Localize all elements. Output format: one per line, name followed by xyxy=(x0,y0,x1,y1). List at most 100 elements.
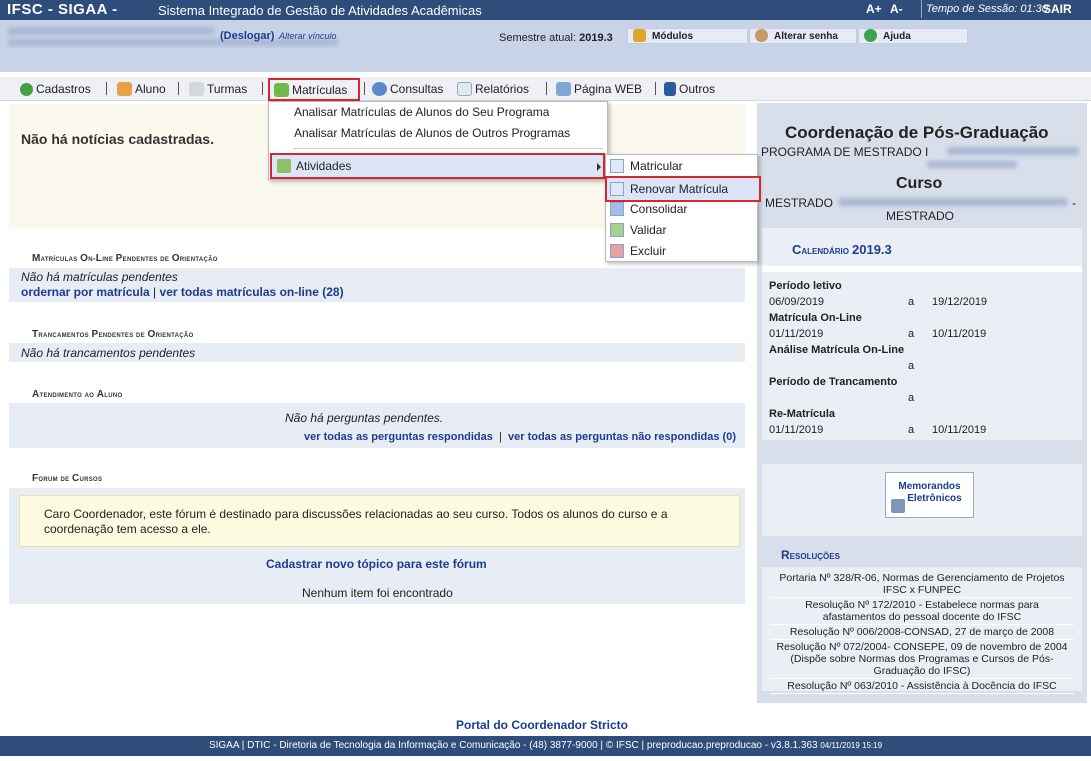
course-heading: Curso xyxy=(896,175,943,192)
submenu-validar[interactable]: Validar xyxy=(610,222,666,238)
plus-circle-icon xyxy=(20,83,33,96)
menu-relatorios[interactable]: Relatórios xyxy=(457,81,529,97)
atendimento-links: ver todas as perguntas respondidas | ver… xyxy=(304,431,736,443)
resolucao-item[interactable]: Resolução Nº 072/2004- CONSEPE, 09 de no… xyxy=(770,640,1074,679)
submenu-excluir[interactable]: Excluir xyxy=(610,243,666,259)
resolucao-item[interactable]: Resolução Nº 172/2010 - Estabelece norma… xyxy=(770,598,1074,625)
validate-icon xyxy=(610,223,624,237)
resolucao-item[interactable]: Resolução Nº 006/2008-CONSAD, 27 de març… xyxy=(770,625,1074,640)
portal-link[interactable]: Portal do Coordenador Stricto xyxy=(456,718,628,732)
resolucao-line: Resolução Nº 063/2010 - Assistência à Do… xyxy=(787,680,1057,692)
calendar-panel: Calendário 2019.3 Período letivo 06/09/2… xyxy=(762,228,1082,440)
menu-pagina-web[interactable]: Página WEB xyxy=(556,81,642,97)
alterar-vinculo-link[interactable]: Alterar vínculo xyxy=(279,31,337,41)
footer-bar: SIGAA | DTIC - Diretoria de Tecnologia d… xyxy=(0,736,1091,756)
footer-date: 04/11/2019 15:19 xyxy=(820,741,883,750)
submenu-renovar-matricula[interactable]: Renovar Matrícula xyxy=(605,176,761,202)
resolucao-line: (Dispõe sobre Normas dos Programas e Cur… xyxy=(790,653,1054,665)
menu-item-atividades[interactable]: Atividades xyxy=(270,153,605,179)
menu-aluno[interactable]: Aluno xyxy=(117,81,166,97)
matriculas-empty-message: Não há matrículas pendentes xyxy=(21,270,178,284)
redacted-program-name xyxy=(947,147,1079,155)
calendar-label-periodo-letivo: Período letivo xyxy=(769,280,842,292)
calendar-label-rematricula: Re-Matrícula xyxy=(769,408,836,420)
menu-matriculas[interactable]: Matrículas xyxy=(268,78,360,101)
delete-icon xyxy=(610,244,624,258)
calendar-row-analise: a xyxy=(908,360,915,372)
logout-button[interactable]: SAIR xyxy=(1043,0,1072,18)
submenu-matricular[interactable]: Matricular xyxy=(610,158,683,174)
link-divider: | xyxy=(499,431,502,443)
unanswered-questions-link[interactable]: ver todas as perguntas não respondidas (… xyxy=(508,431,736,443)
resolucao-item[interactable]: Resolução Nº 063/2010 - Assistência à Do… xyxy=(770,679,1074,694)
resolucao-line: Resolução Nº 172/2010 - Estabelece norma… xyxy=(805,599,1039,611)
resolucoes-list: Portaria Nº 328/R-06, Normas de Gerencia… xyxy=(770,571,1074,694)
menu-separator xyxy=(178,82,179,95)
order-by-matricula-link[interactable]: ordernar por matrícula xyxy=(21,285,150,299)
system-subtitle: Sistema Integrado de Gestão de Atividade… xyxy=(158,3,482,18)
calendar-label-trancamento: Período de Trancamento xyxy=(769,376,898,388)
section-title-matriculas: Matrículas On-Line Pendentes de Orientaç… xyxy=(32,253,218,264)
calendar-label-analise: Análise Matrícula On-Line xyxy=(769,344,905,356)
atividades-submenu: Matricular Renovar Matrícula Consolidar … xyxy=(605,154,761,262)
font-increase-button[interactable]: A+ xyxy=(866,0,882,18)
document-icon xyxy=(610,159,624,173)
trancamentos-empty-message: Não há trancamentos pendentes xyxy=(21,346,196,360)
answered-questions-link[interactable]: ver todas as perguntas respondidas xyxy=(304,431,493,443)
resolucao-line: IFSC x FUNPEC xyxy=(882,584,962,596)
section-title-atendimento: Atendimento ao Aluno xyxy=(32,389,123,400)
trancamentos-panel: Não há trancamentos pendentes xyxy=(9,343,745,362)
current-semester: Semestre atual: 2019.3 xyxy=(499,32,613,44)
all-online-enrollments-link[interactable]: ver todas matrículas on-line (28) xyxy=(160,285,344,299)
section-title-forum: Forum de Cursos xyxy=(32,473,103,484)
forum-panel: Caro Coordenador, este fórum é destinado… xyxy=(9,488,745,604)
calendar-divider xyxy=(762,266,1082,272)
calendar-row-matricula-online: 01/11/2019 a 10/11/2019 xyxy=(769,328,987,340)
user-info-bar: (Deslogar) Alterar vínculo Semestre atua… xyxy=(0,20,1091,72)
change-password-button[interactable]: Alterar senha xyxy=(749,28,857,44)
resolucao-item[interactable]: Portaria Nº 328/R-06, Normas de Gerencia… xyxy=(770,571,1074,598)
redacted-course-name xyxy=(839,198,1067,206)
resolucao-line: Resolução Nº 006/2008-CONSAD, 27 de març… xyxy=(789,626,1055,638)
deslogar-link[interactable]: (Deslogar) xyxy=(220,30,274,42)
memorandos-panel: Memorandos Eletrônicos xyxy=(762,464,1082,536)
coordination-title: Coordenação de Pós-Graduação xyxy=(785,123,1049,142)
menu-cadastros[interactable]: Cadastros xyxy=(20,81,91,97)
menu-separator xyxy=(364,82,365,95)
submenu-arrow-icon xyxy=(597,163,601,171)
menu-consultas[interactable]: Consultas xyxy=(372,81,443,97)
resolucao-line: afastamentos do pessoal docente do IFSC xyxy=(822,611,1022,623)
help-button[interactable]: Ajuda xyxy=(858,28,968,44)
resolucao-line: Resolução Nº 072/2004- CONSEPE, 09 de no… xyxy=(776,641,1068,653)
calendar-row-periodo-letivo: 06/09/2019 a 19/12/2019 xyxy=(769,296,988,308)
course-name: MESTRADO xyxy=(765,196,834,210)
atendimento-panel: Não há perguntas pendentes. ver todas as… xyxy=(9,403,745,448)
menu-separator xyxy=(106,82,107,95)
menu-outros[interactable]: Outros xyxy=(664,81,715,97)
redacted-program-name xyxy=(927,161,1017,168)
dropdown-divider xyxy=(293,148,603,149)
menu-separator xyxy=(262,82,263,95)
program-name: PROGRAMA DE MESTRADO I xyxy=(761,145,929,159)
classes-icon xyxy=(189,82,204,96)
menu-item-analisar-proprio-programa[interactable]: Analisar Matrículas de Alunos do Seu Pro… xyxy=(294,104,549,120)
memorandos-eletronicos-button[interactable]: Memorandos Eletrônicos xyxy=(885,472,974,518)
phone-icon xyxy=(664,82,676,96)
link-divider: | xyxy=(153,285,157,299)
new-forum-topic-link[interactable]: Cadastrar novo tópico para este fórum xyxy=(266,557,487,571)
calendar-row-trancamento: a xyxy=(908,392,915,404)
submenu-consolidar[interactable]: Consolidar xyxy=(610,201,687,217)
menu-item-analisar-outros-programas[interactable]: Analisar Matrículas de Alunos de Outros … xyxy=(294,125,570,141)
computer-icon xyxy=(891,499,905,513)
forum-notice: Caro Coordenador, este fórum é destinado… xyxy=(19,495,740,547)
activities-icon xyxy=(277,159,291,173)
resolucao-line: Graduação do IFSC) xyxy=(873,665,971,677)
modules-button[interactable]: Módulos xyxy=(627,28,748,44)
footer-text: SIGAA | DTIC - Diretoria de Tecnologia d… xyxy=(208,740,818,751)
matriculas-panel: Não há matrículas pendentes ordernar por… xyxy=(9,268,745,302)
menu-turmas[interactable]: Turmas xyxy=(189,81,247,97)
web-icon xyxy=(556,82,571,96)
course-name-dash: - xyxy=(1072,196,1076,210)
font-decrease-button[interactable]: A- xyxy=(890,0,903,18)
search-icon xyxy=(372,82,387,96)
